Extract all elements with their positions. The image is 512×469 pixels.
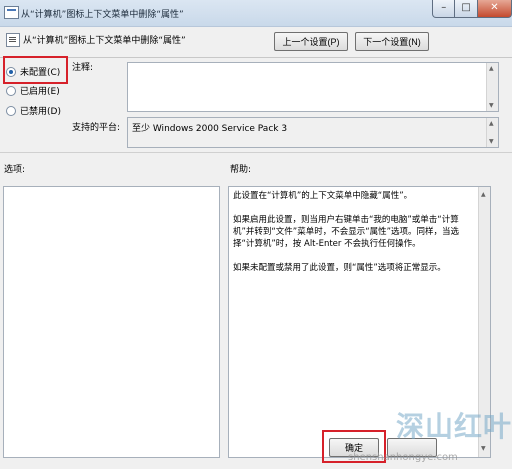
- options-label: 选项:: [4, 165, 26, 175]
- previous-setting-button[interactable]: 上一个设置(P): [274, 32, 348, 51]
- comment-label: 注释:: [72, 63, 94, 73]
- window-title: 从“计算机”图标上下文菜单中删除“属性”: [21, 10, 184, 20]
- platform-label: 支持的平台:: [72, 123, 121, 133]
- comment-textarea[interactable]: ▲ ▼: [127, 62, 499, 112]
- help-label: 帮助:: [230, 165, 252, 175]
- window-controls: – □ ✕: [432, 0, 512, 18]
- watermark-url: shenshanhongye.com: [348, 452, 458, 463]
- radio-label-disabled: 已禁用(D): [20, 107, 61, 117]
- comment-scrollbar[interactable]: ▲ ▼: [486, 63, 498, 111]
- close-button[interactable]: ✕: [477, 0, 512, 18]
- radio-label-not-configured: 未配置(C): [20, 68, 61, 78]
- platform-value: 至少 Windows 2000 Service Pack 3: [132, 124, 288, 134]
- header-divider: [0, 57, 512, 58]
- radio-icon[interactable]: [6, 85, 16, 96]
- watermark-logo: 深山红叶: [396, 410, 512, 443]
- radio-selected-icon[interactable]: [6, 66, 16, 77]
- maximize-button[interactable]: □: [455, 0, 478, 18]
- radio-label-enabled: 已启用(E): [20, 87, 60, 97]
- platform-field: 至少 Windows 2000 Service Pack 3 ▲ ▼: [127, 117, 499, 148]
- app-icon: [4, 6, 19, 19]
- scroll-down-icon[interactable]: ▼: [489, 102, 494, 109]
- radio-not-configured[interactable]: 未配置(C): [6, 65, 60, 78]
- help-paragraph: 此设置在“计算机”的上下文菜单中隐藏“属性”。: [233, 191, 413, 201]
- scroll-down-icon[interactable]: ▼: [489, 138, 494, 145]
- help-paragraph: 如果未配置或禁用了此设置，则“属性”选项将正常显示。: [233, 263, 446, 273]
- platform-scrollbar[interactable]: ▲ ▼: [486, 118, 498, 147]
- policy-title: 从“计算机”图标上下文菜单中删除“属性”: [23, 36, 186, 46]
- help-paragraph: 如果启用此设置，则当用户右键单击“我的电脑”或单击“计算机”并转到“文件”菜单时…: [233, 215, 460, 249]
- radio-icon[interactable]: [6, 105, 16, 116]
- section-divider: [0, 152, 512, 153]
- scroll-up-icon[interactable]: ▲: [481, 189, 486, 201]
- options-panel: [3, 186, 220, 458]
- scroll-up-icon[interactable]: ▲: [489, 65, 494, 72]
- radio-disabled[interactable]: 已禁用(D): [6, 104, 61, 117]
- next-setting-button[interactable]: 下一个设置(N): [355, 32, 429, 51]
- policy-icon: [6, 33, 20, 47]
- scroll-up-icon[interactable]: ▲: [489, 120, 494, 127]
- radio-enabled[interactable]: 已启用(E): [6, 84, 60, 97]
- minimize-button[interactable]: –: [432, 0, 456, 18]
